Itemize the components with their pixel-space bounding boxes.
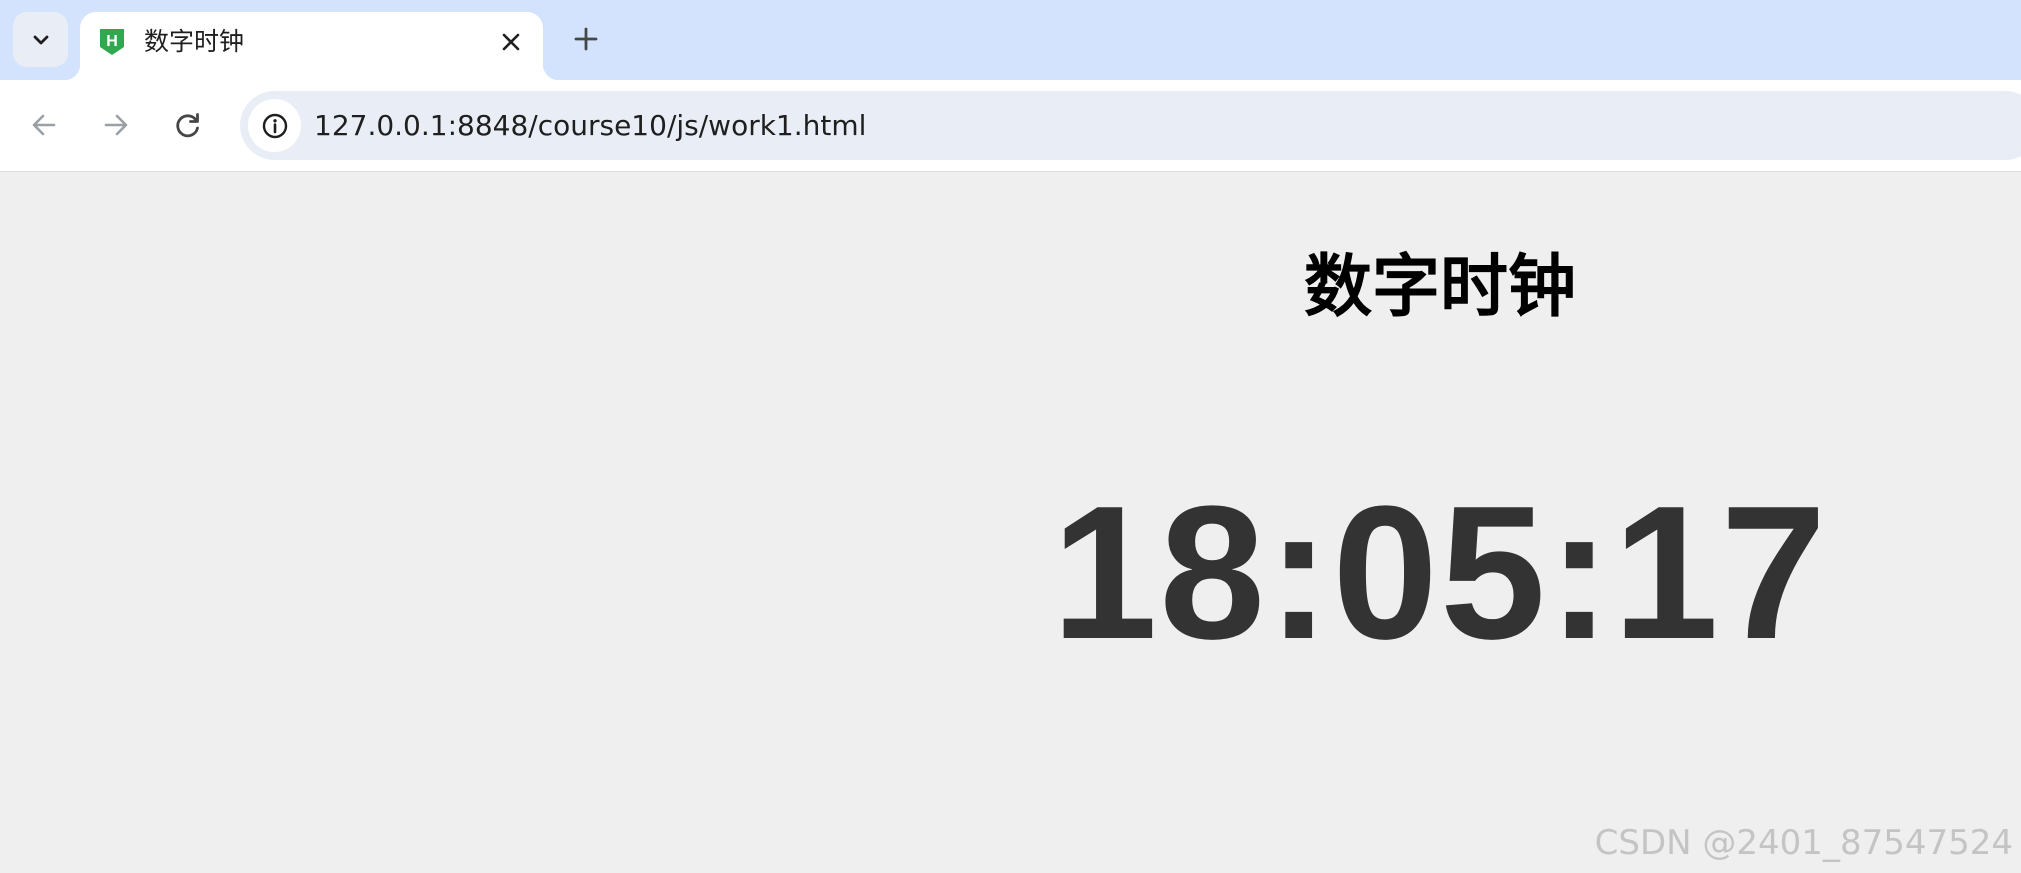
arrow-left-icon (32, 114, 56, 136)
arrow-right-icon (104, 114, 128, 136)
chevron-down-icon (33, 35, 48, 44)
browser-toolbar: 127.0.0.1:8848/course10/js/work1.html (0, 80, 2021, 172)
new-tab-button[interactable] (565, 18, 607, 60)
tab-title: 数字时钟 (144, 27, 245, 56)
active-tab[interactable]: H 数字时钟 (64, 12, 559, 80)
address-bar[interactable]: 127.0.0.1:8848/course10/js/work1.html (240, 91, 2021, 160)
back-button[interactable] (21, 102, 67, 148)
reload-button[interactable] (165, 102, 211, 148)
tab-search-button[interactable] (13, 12, 68, 67)
digital-clock-display: 18:05:17 (1051, 467, 1829, 679)
tab-strip: H 数字时钟 (0, 0, 2021, 80)
forward-button[interactable] (93, 102, 139, 148)
page-title: 数字时钟 (1303, 248, 1576, 327)
page-content: 数字时钟 18:05:17 CSDN @2401_87547524 (0, 173, 2021, 873)
close-tab-button[interactable] (495, 26, 527, 58)
info-icon (262, 113, 287, 138)
csdn-watermark: CSDN @2401_87547524 (1594, 823, 2013, 863)
favicon-letter: H (106, 33, 118, 50)
close-icon (502, 33, 520, 51)
url-text[interactable]: 127.0.0.1:8848/course10/js/work1.html (314, 108, 866, 144)
site-info-button[interactable] (248, 99, 301, 152)
reload-icon (176, 113, 199, 138)
hbuilder-favicon-icon: H (100, 29, 124, 55)
plus-icon (574, 27, 598, 51)
